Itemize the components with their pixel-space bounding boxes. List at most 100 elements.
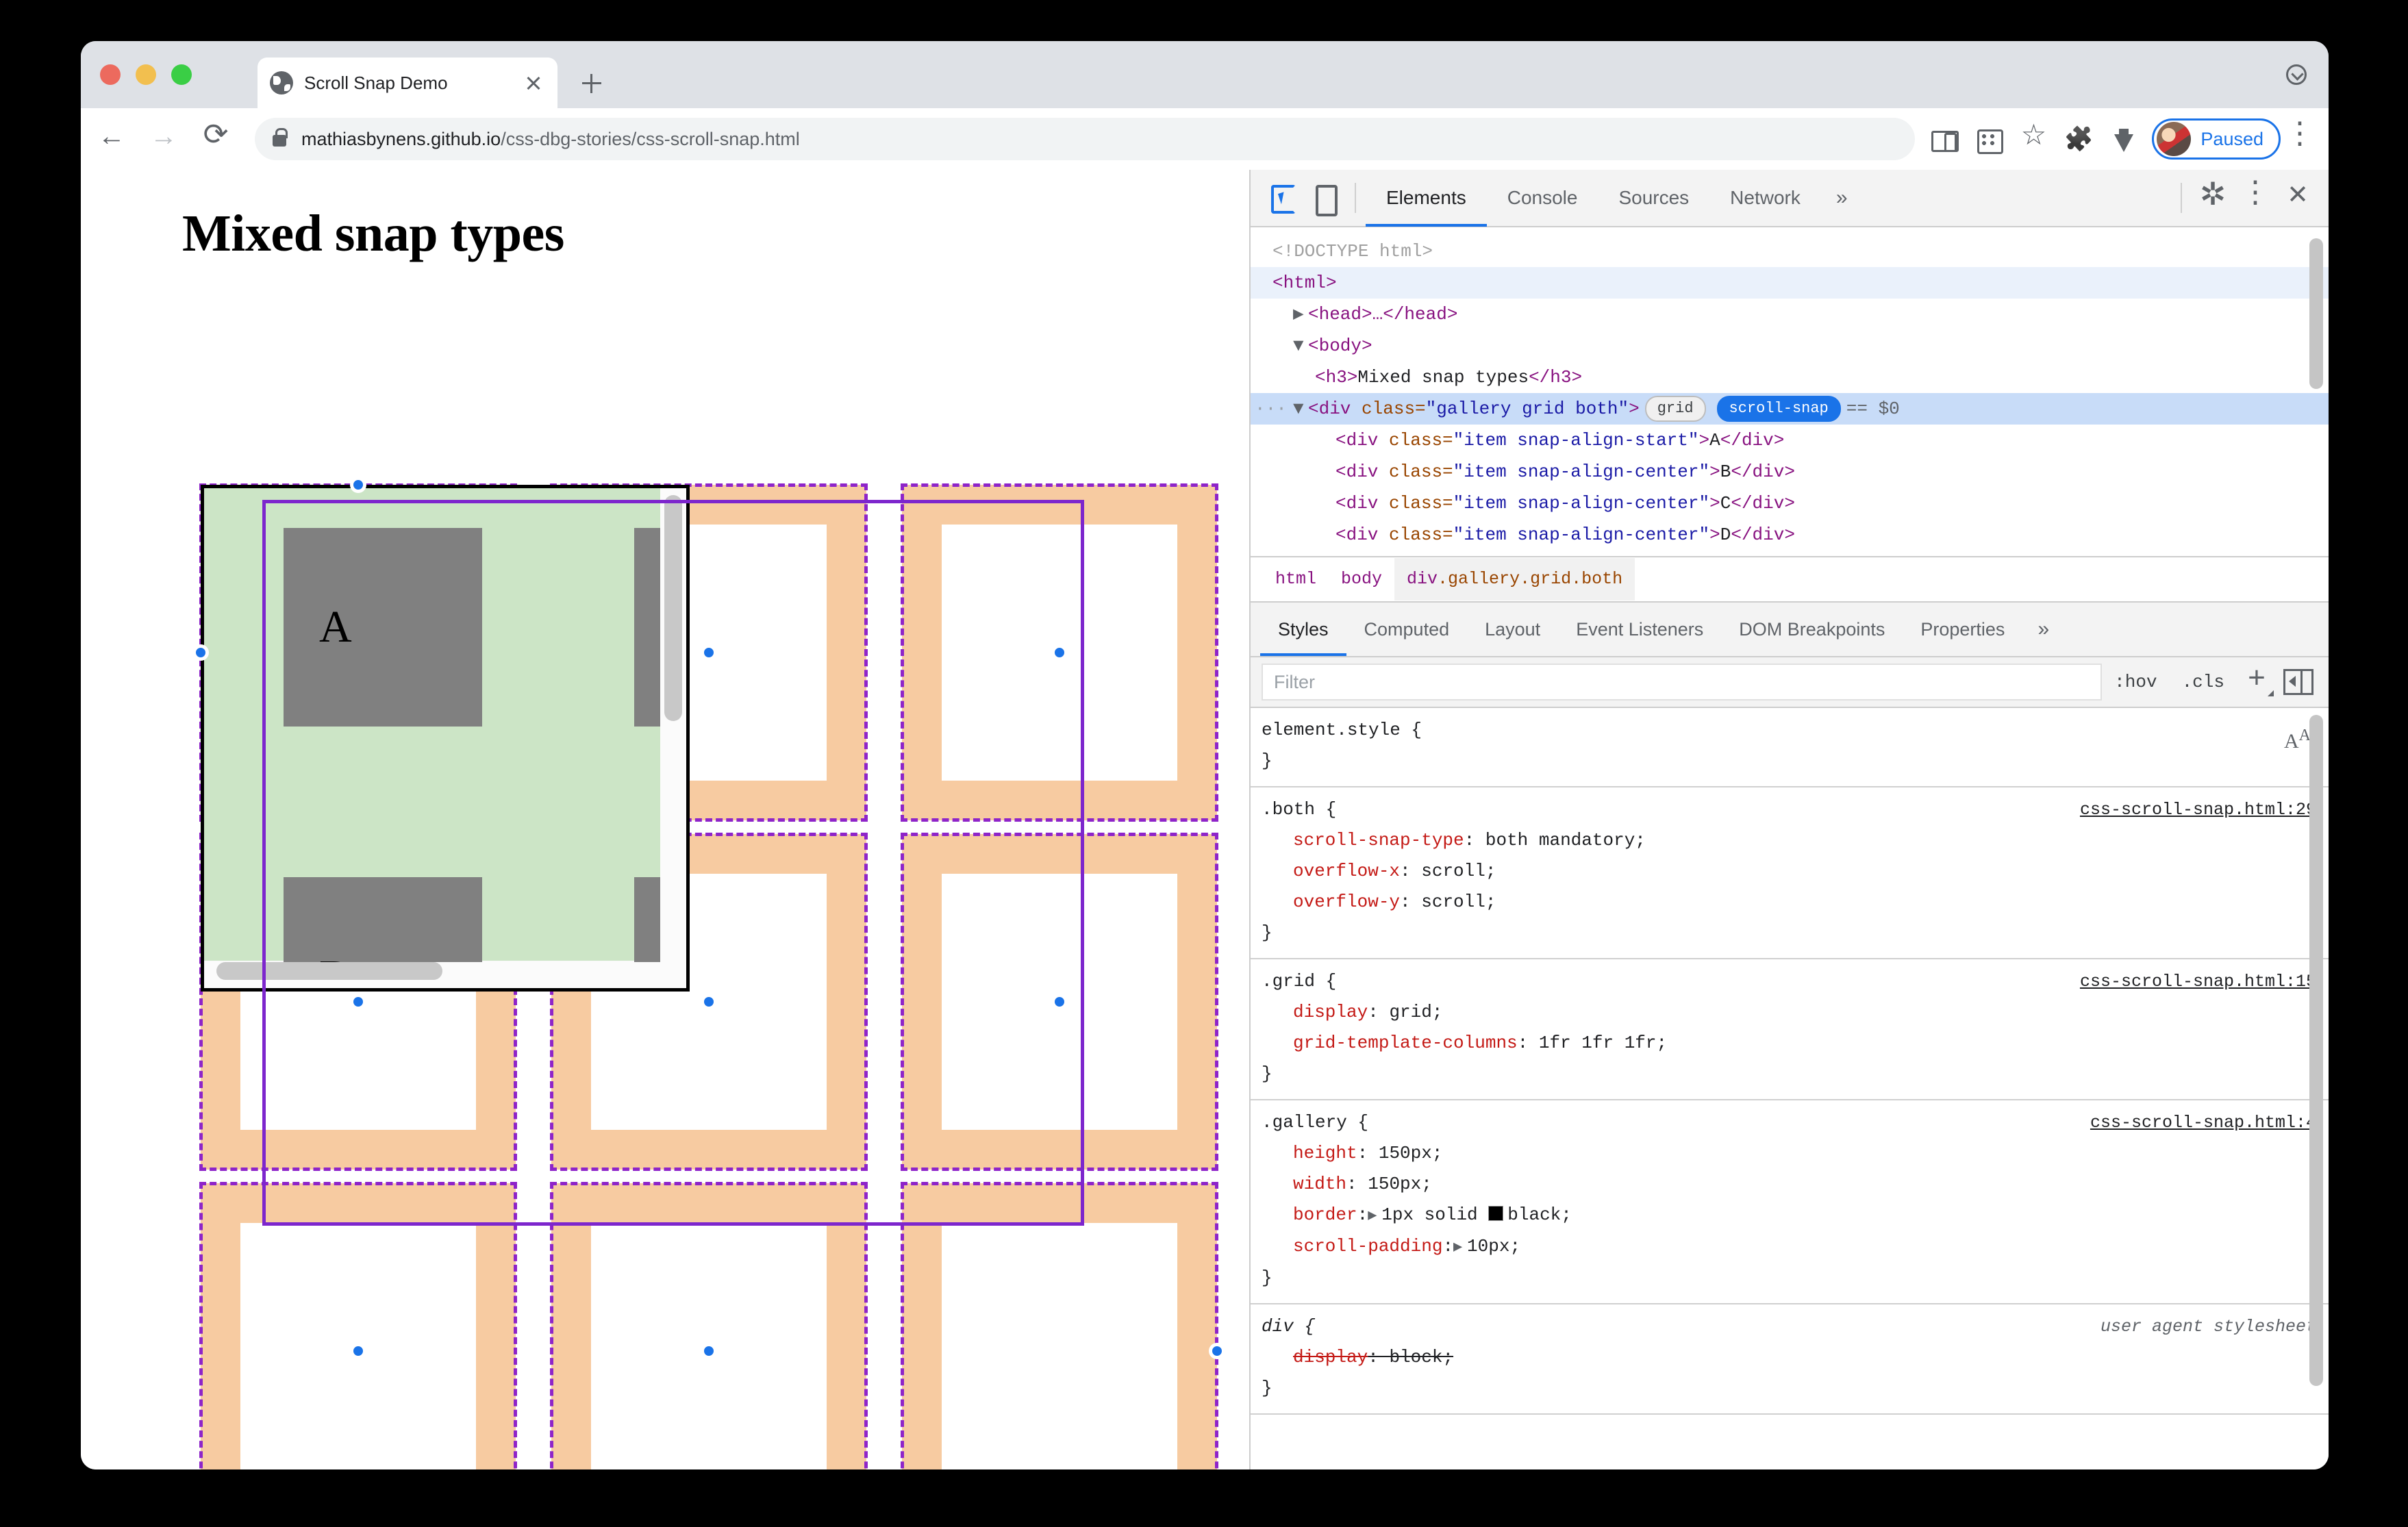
chrome-menu-icon[interactable] — [2281, 112, 2319, 160]
window-maximize-button[interactable] — [171, 64, 192, 85]
rule-source-link[interactable]: css-scroll-snap.html:15 — [2080, 966, 2316, 997]
class-toggle-button[interactable]: .cls — [2170, 672, 2237, 692]
address-bar[interactable]: mathiasbynens.github.io/css-dbg-stories/… — [255, 118, 1916, 160]
rule-source-link[interactable]: css-scroll-snap.html:29 — [2080, 794, 2316, 825]
declaration-value[interactable]: 1fr 1fr 1fr; — [1539, 1033, 1667, 1053]
rule-selector[interactable]: .gallery { — [1262, 1107, 2090, 1138]
dom-line[interactable]: <h3>Mixed snap types</h3> — [1251, 362, 2329, 393]
dom-line[interactable]: <div class="item snap-align-center">B</d… — [1251, 456, 2329, 488]
declaration-value[interactable]: 150px; — [1379, 1143, 1443, 1163]
dom-line[interactable]: <div class="item snap-align-center">C</d… — [1251, 488, 2329, 519]
declaration[interactable]: border:▶ 1px solid black; — [1251, 1200, 2329, 1231]
declaration-property[interactable]: scroll-snap-type — [1293, 830, 1464, 850]
styles-pane[interactable]: element.style { } AA .both { css-scroll-… — [1251, 708, 2329, 1469]
declaration-property[interactable]: display — [1293, 1347, 1368, 1367]
dom-tree-scrollbar[interactable] — [2309, 238, 2323, 389]
declaration-property[interactable]: border — [1293, 1204, 1357, 1225]
cast-icon[interactable] — [1920, 118, 1966, 160]
declaration-property[interactable]: grid-template-columns — [1293, 1033, 1518, 1053]
breadcrumb-item-div[interactable]: div.gallery.grid.both — [1394, 558, 1635, 601]
dom-overflow-dots[interactable]: ··· — [1255, 393, 1287, 425]
chevron-right-icon[interactable]: ▶ — [1293, 299, 1308, 330]
dom-line[interactable]: <div class="item snap-align-start">A</di… — [1251, 425, 2329, 456]
close-icon[interactable] — [522, 71, 545, 94]
declaration-property[interactable]: display — [1293, 1002, 1368, 1022]
declaration[interactable]: grid-template-columns: 1fr 1fr 1fr; — [1251, 1028, 2329, 1059]
declaration[interactable]: display: block; — [1251, 1342, 2329, 1373]
declaration-property[interactable]: overflow-y — [1293, 892, 1400, 912]
tab-console[interactable]: Console — [1487, 169, 1598, 227]
declaration[interactable]: overflow-x: scroll; — [1251, 856, 2329, 887]
close-icon[interactable] — [2277, 174, 2319, 219]
declaration-property[interactable]: height — [1293, 1143, 1357, 1163]
puzzle-extensions-icon[interactable] — [2056, 118, 2101, 160]
toggle-sidebar-icon[interactable] — [2283, 669, 2313, 695]
dom-line[interactable]: <div class="item snap-align-center">E</d… — [1251, 551, 2329, 556]
declaration[interactable]: scroll-snap-type: both mandatory; — [1251, 825, 2329, 856]
declaration-value[interactable]: 150px; — [1368, 1174, 1432, 1194]
declaration[interactable]: display: grid; — [1251, 997, 2329, 1028]
rule-selector[interactable]: .both { — [1262, 794, 2080, 825]
declaration[interactable]: width: 150px; — [1251, 1169, 2329, 1200]
kebab-menu-icon[interactable] — [2234, 171, 2277, 219]
tab-properties[interactable]: Properties — [1903, 603, 2022, 656]
window-close-button[interactable] — [100, 64, 121, 85]
star-bookmark-icon[interactable] — [2011, 114, 2056, 160]
back-button[interactable] — [90, 115, 133, 160]
expand-triangle-icon[interactable]: ▶ — [1453, 1232, 1467, 1263]
filter-input[interactable]: Filter — [1262, 664, 2103, 701]
device-toolbar-icon[interactable] — [1303, 177, 1345, 219]
declaration-value[interactable]: scroll; — [1421, 861, 1496, 881]
apps-grid-icon[interactable] — [1966, 118, 2011, 160]
tab-search-icon[interactable] — [2286, 64, 2307, 85]
profile-chip[interactable]: Paused — [2152, 118, 2281, 160]
font-size-icon[interactable]: AA — [2284, 720, 2311, 757]
chevron-down-icon[interactable]: ▼ — [1293, 330, 1308, 362]
gallery-scrollport[interactable]: A B D E — [201, 485, 690, 992]
chevron-down-icon[interactable]: ▼ — [1293, 393, 1308, 425]
dom-line[interactable]: ▶ <head>…</head> — [1251, 299, 2329, 330]
inspect-element-icon[interactable] — [1260, 177, 1303, 219]
declaration-value-color[interactable]: black; — [1507, 1204, 1572, 1225]
dom-line[interactable]: <div class="item snap-align-center">D</d… — [1251, 519, 2329, 551]
hover-state-button[interactable]: :hov — [2102, 672, 2169, 692]
declaration-value[interactable]: 10px; — [1467, 1236, 1520, 1257]
gear-icon[interactable] — [2192, 173, 2234, 219]
tab-sources[interactable]: Sources — [1598, 169, 1709, 227]
tab-network[interactable]: Network — [1709, 169, 1821, 227]
more-tabs-icon[interactable]: » — [2022, 618, 2064, 641]
new-style-rule-button[interactable] — [2237, 659, 2277, 701]
dom-line[interactable]: <!DOCTYPE html> — [1251, 236, 2329, 267]
declaration[interactable]: overflow-y: scroll; — [1251, 887, 2329, 918]
scrollport-vertical-scrollbar[interactable] — [664, 495, 682, 721]
rule-selector[interactable]: .grid { — [1262, 966, 2080, 997]
browser-tab[interactable]: Scroll Snap Demo — [258, 58, 557, 108]
more-tabs-icon[interactable]: » — [1821, 186, 1863, 210]
declaration[interactable]: scroll-padding:▶ 10px; — [1251, 1231, 2329, 1263]
styles-pane-scrollbar[interactable] — [2309, 715, 2323, 1386]
forward-button[interactable] — [142, 115, 185, 160]
tab-event-listeners[interactable]: Event Listeners — [1558, 603, 1721, 656]
dom-tree[interactable]: <!DOCTYPE html> <html> ▶ <head>…</head> ▼… — [1251, 227, 2329, 556]
dom-line[interactable]: <html> — [1251, 267, 2329, 299]
scrollport-horizontal-scrollbar[interactable] — [216, 962, 442, 980]
declaration-property[interactable]: scroll-padding — [1293, 1236, 1442, 1257]
new-tab-button[interactable] — [577, 68, 607, 99]
breadcrumb-item-body[interactable]: body — [1329, 558, 1394, 601]
declaration-value[interactable]: scroll; — [1421, 892, 1496, 912]
window-minimize-button[interactable] — [136, 64, 156, 85]
tab-computed[interactable]: Computed — [1346, 603, 1468, 656]
tab-layout[interactable]: Layout — [1467, 603, 1558, 656]
rule-selector[interactable]: element.style { — [1262, 715, 2316, 746]
flask-experiments-icon[interactable] — [2101, 118, 2146, 160]
declaration-value[interactable]: both mandatory; — [1485, 830, 1646, 850]
badge-grid[interactable]: grid — [1644, 396, 1706, 422]
declaration-property[interactable]: width — [1293, 1174, 1346, 1194]
declaration-property[interactable]: overflow-x — [1293, 861, 1400, 881]
declaration-value[interactable]: grid; — [1389, 1002, 1442, 1022]
color-swatch[interactable] — [1488, 1206, 1504, 1221]
rule-source-link[interactable]: css-scroll-snap.html:4 — [2090, 1107, 2316, 1138]
dom-line-selected[interactable]: ··· ▼ <div class="gallery grid both"> grid… — [1251, 393, 2329, 425]
tab-dom-breakpoints[interactable]: DOM Breakpoints — [1721, 603, 1903, 656]
badge-scroll-snap[interactable]: scroll-snap — [1716, 396, 1841, 422]
